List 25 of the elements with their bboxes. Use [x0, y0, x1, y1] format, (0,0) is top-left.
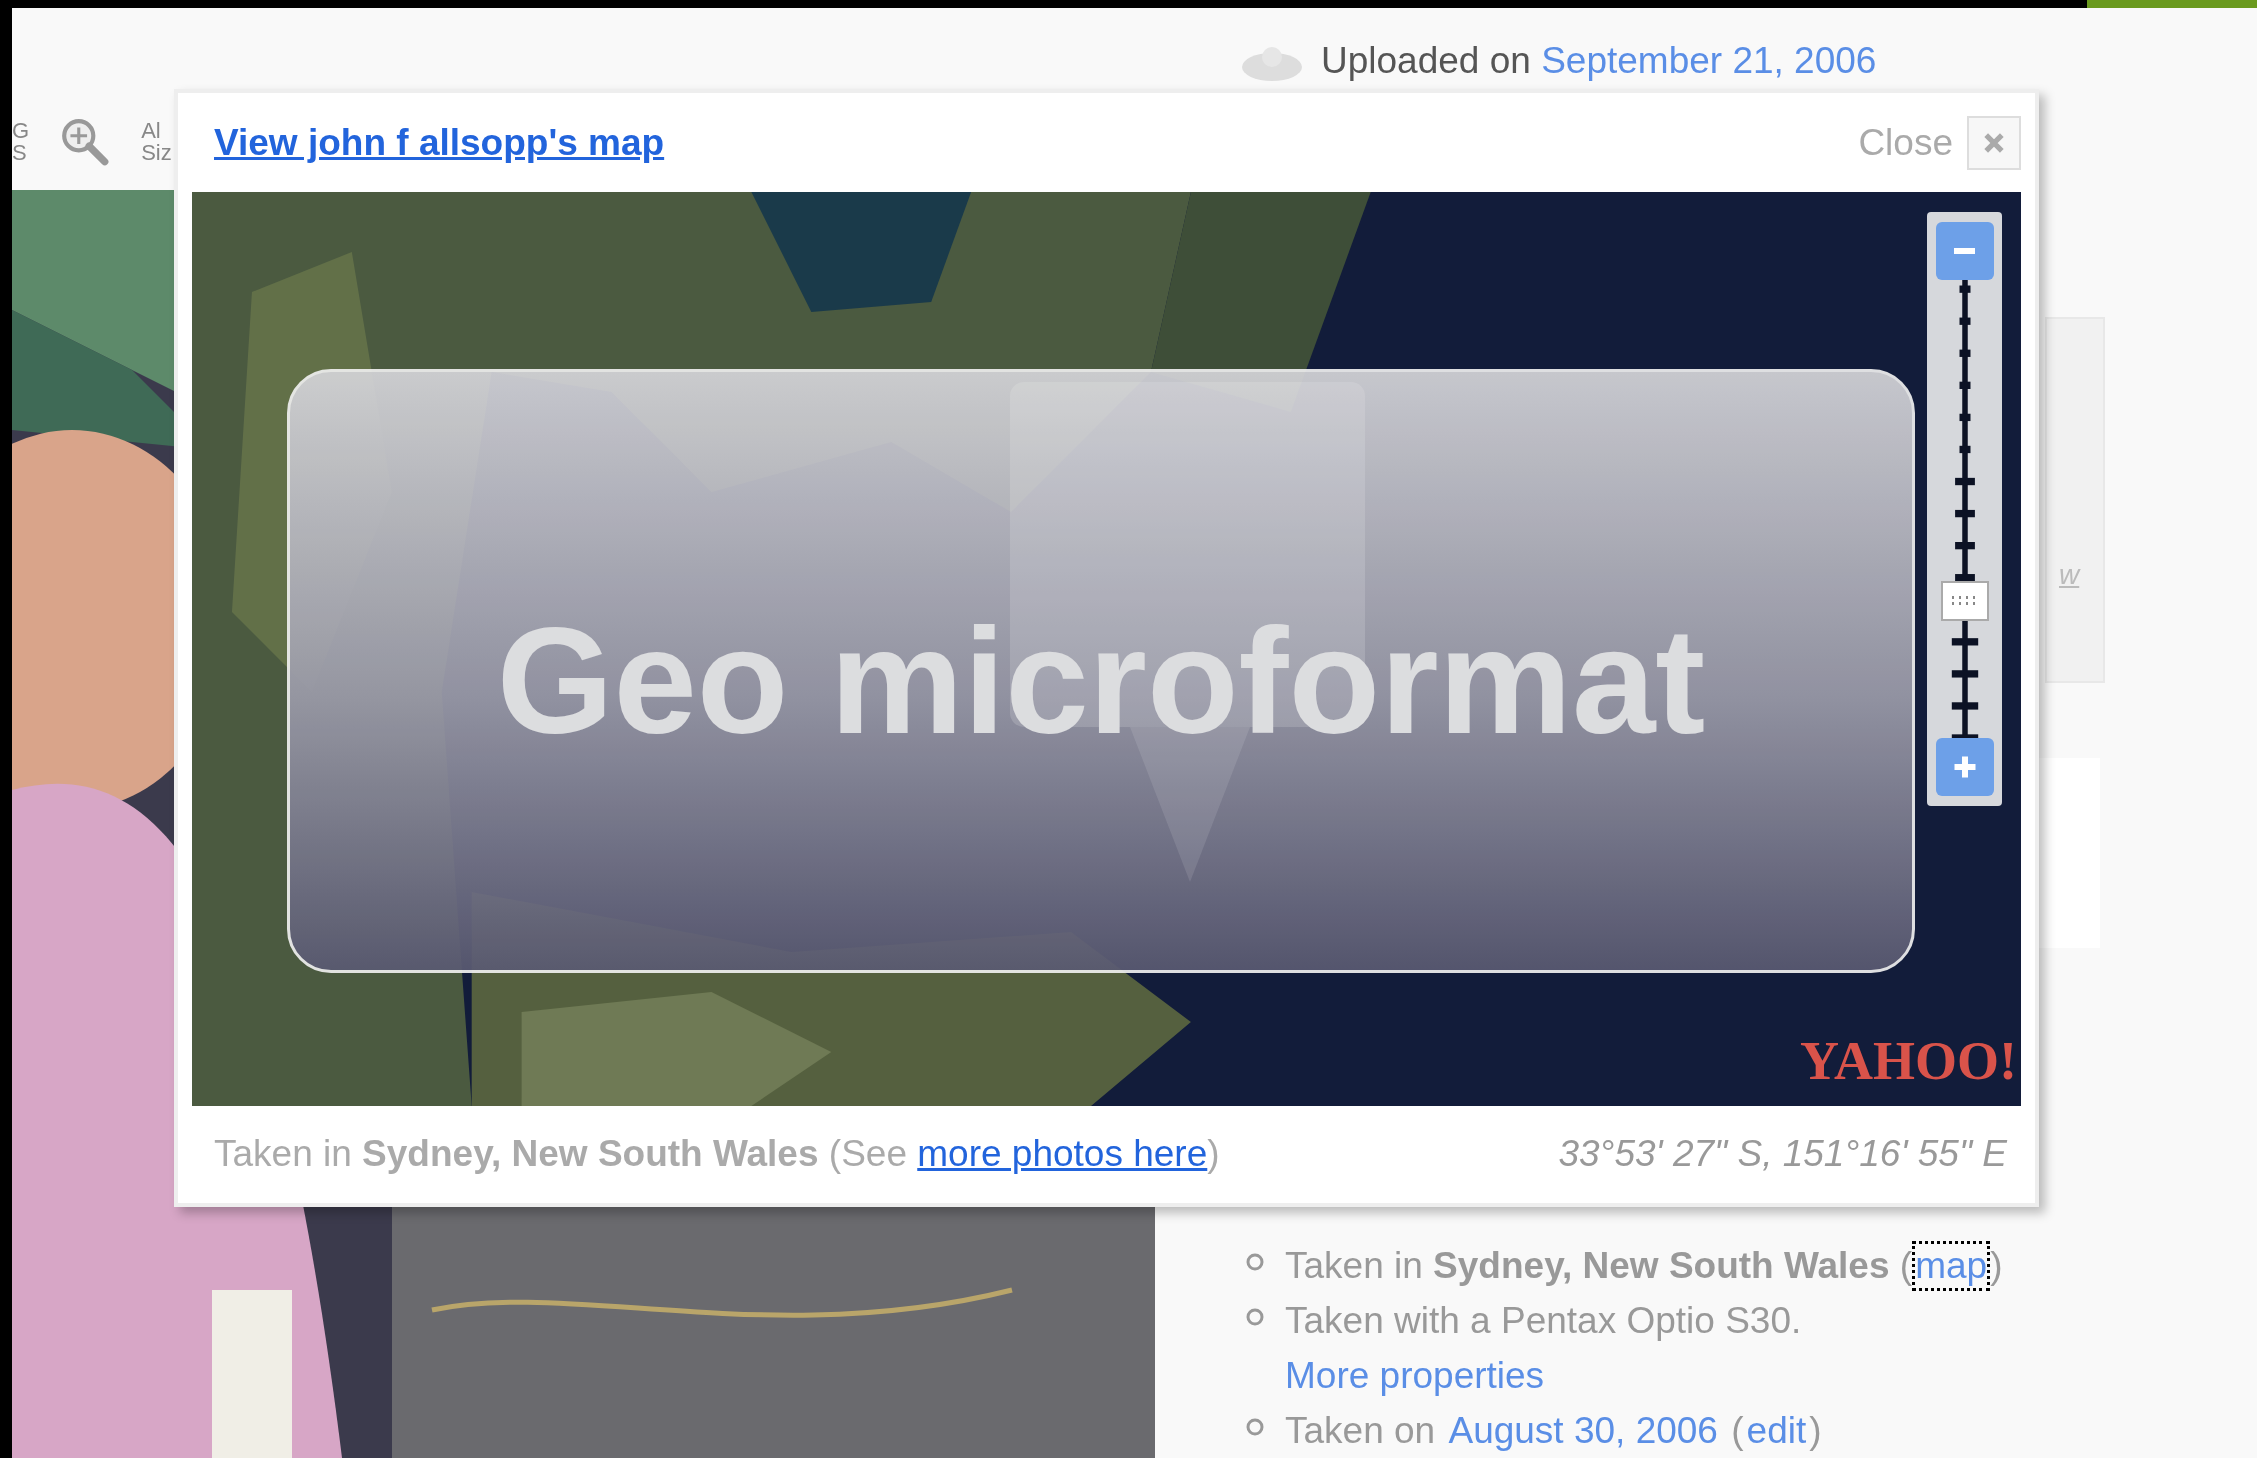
detail-link[interactable]: edit [1743, 1406, 1810, 1456]
bullet-icon [1245, 1417, 1265, 1437]
detail-link[interactable]: August 30, 2006 [1445, 1406, 1721, 1456]
close-label[interactable]: Close [1858, 121, 1953, 164]
slider-thumb[interactable] [1940, 580, 1989, 621]
zoom-slider[interactable] [1942, 280, 1987, 738]
bullet-icon [1245, 1252, 1265, 1272]
detail-text: Taken with a Pentax Optio S30. [1285, 1299, 1802, 1343]
zoom-out-button[interactable] [1935, 222, 1994, 280]
minus-icon [1954, 248, 1975, 254]
zoom-in-icon[interactable] [59, 116, 112, 168]
toolbar-label[interactable]: Al Siz [141, 120, 172, 164]
close-button[interactable] [1967, 115, 2021, 170]
detail-text: Taken in Sydney, New South Wales (map) [1285, 1238, 2003, 1293]
view-map-link[interactable]: View john f allsopp's map [214, 121, 665, 164]
more-properties-link[interactable]: More properties [1285, 1348, 1802, 1403]
zoom-in-button[interactable] [1935, 738, 1994, 796]
upload-date-text: Uploaded on September 21, 2006 [1321, 40, 1877, 83]
detail-link[interactable]: map [1912, 1241, 1991, 1291]
bullet-icon [1245, 1307, 1265, 1327]
detail-text: Taken on August 30, 2006 (edit) [1285, 1403, 1822, 1458]
date-link[interactable]: September 21, 2006 [1541, 40, 1877, 82]
map-logo: YAHOO! [1799, 1030, 2017, 1092]
toolbar-label[interactable]: G S [12, 120, 30, 164]
coordinates-text: 33°53' 27" S, 151°16' 55" E [1558, 1132, 2007, 1175]
